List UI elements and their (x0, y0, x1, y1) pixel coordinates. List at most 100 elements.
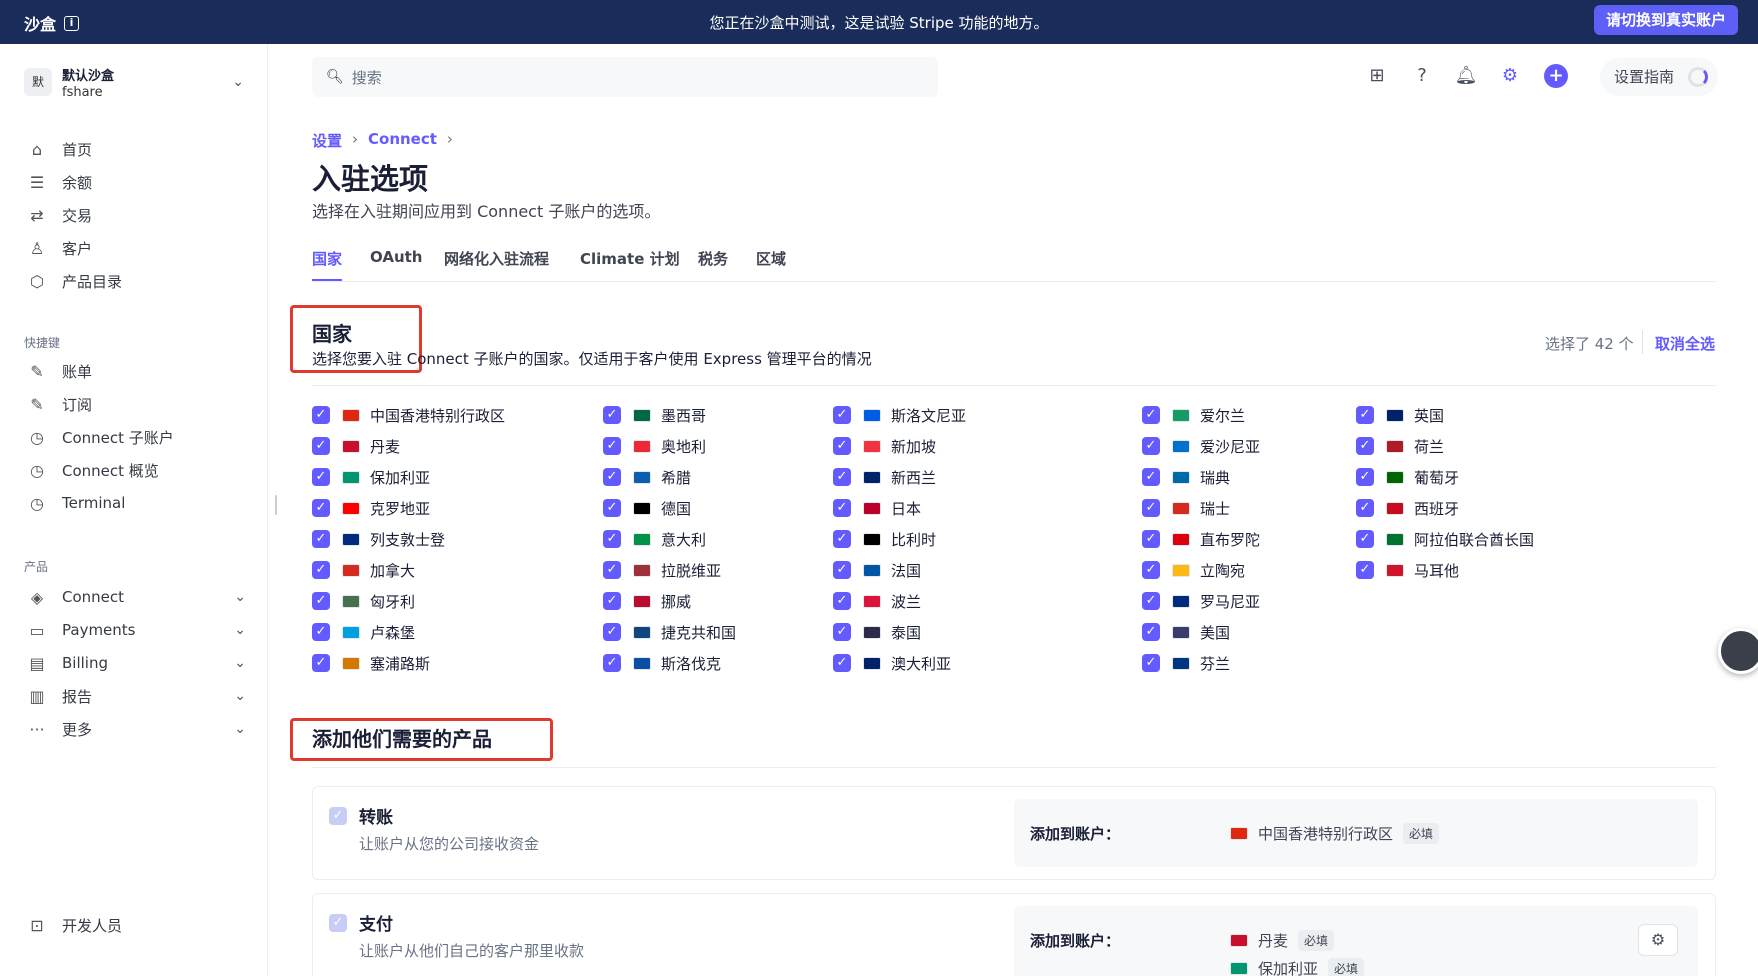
sidebar-item-invoices[interactable]: ✎ 账单 (26, 358, 246, 384)
country-option[interactable]: ✓ 加拿大 (312, 559, 415, 581)
country-checkbox[interactable]: ✓ (833, 592, 851, 610)
country-checkbox[interactable]: ✓ (833, 437, 851, 455)
search-input[interactable]: 🔍︎ 搜索 (312, 57, 938, 97)
country-checkbox[interactable]: ✓ (1142, 530, 1160, 548)
sidebar-item-payments[interactable]: ▭ Payments ⌄ (26, 617, 246, 643)
country-checkbox[interactable]: ✓ (833, 530, 851, 548)
country-option[interactable]: ✓ 罗马尼亚 (1142, 590, 1260, 612)
country-checkbox[interactable]: ✓ (1142, 592, 1160, 610)
country-option[interactable]: ✓ 阿拉伯联合酋长国 (1356, 528, 1534, 550)
country-checkbox[interactable]: ✓ (833, 654, 851, 672)
country-option[interactable]: ✓ 希腊 (603, 466, 691, 488)
country-option[interactable]: ✓ 新西兰 (833, 466, 936, 488)
country-checkbox[interactable]: ✓ (312, 592, 330, 610)
country-option[interactable]: ✓ 墨西哥 (603, 404, 706, 426)
country-option[interactable]: ✓ 丹麦 (312, 435, 400, 457)
country-checkbox[interactable]: ✓ (1356, 406, 1374, 424)
country-option[interactable]: ✓ 瑞典 (1142, 466, 1230, 488)
country-option[interactable]: ✓ 爱沙尼亚 (1142, 435, 1260, 457)
bell-icon[interactable]: 🔔︎ (1454, 64, 1478, 88)
country-checkbox[interactable]: ✓ (603, 530, 621, 548)
country-option[interactable]: ✓ 泰国 (833, 621, 921, 643)
country-option[interactable]: ✓ 西班牙 (1356, 497, 1459, 519)
country-option[interactable]: ✓ 瑞士 (1142, 497, 1230, 519)
country-option[interactable]: ✓ 澳大利亚 (833, 652, 951, 674)
country-option[interactable]: ✓ 葡萄牙 (1356, 466, 1459, 488)
country-checkbox[interactable]: ✓ (312, 654, 330, 672)
apps-icon[interactable]: ⊞ (1365, 64, 1389, 88)
country-checkbox[interactable]: ✓ (312, 561, 330, 579)
country-option[interactable]: ✓ 美国 (1142, 621, 1230, 643)
gear-icon[interactable]: ⚙ (1498, 64, 1522, 88)
country-option[interactable]: ✓ 新加坡 (833, 435, 936, 457)
sidebar-item-developers[interactable]: ⊡ 开发人员 (26, 912, 246, 938)
country-checkbox[interactable]: ✓ (1142, 561, 1160, 579)
country-option[interactable]: ✓ 斯洛伐克 (603, 652, 721, 674)
payments-checkbox[interactable]: ✓ (329, 914, 347, 932)
country-checkbox[interactable]: ✓ (1142, 437, 1160, 455)
country-option[interactable]: ✓ 直布罗陀 (1142, 528, 1260, 550)
sidebar-item-catalog[interactable]: ⬡ 产品目录 (26, 268, 246, 294)
tab-region[interactable]: 区域 (756, 248, 786, 281)
country-checkbox[interactable]: ✓ (1356, 499, 1374, 517)
tab-countries[interactable]: 国家 (312, 248, 343, 281)
tab-tax[interactable]: 税务 (698, 248, 728, 281)
breadcrumb-settings[interactable]: 设置 (312, 130, 342, 151)
account-switcher[interactable]: 默 默认沙盒 fshare ⌄ (24, 60, 244, 104)
create-plus-button[interactable]: + (1544, 64, 1568, 88)
sidebar-item-terminal[interactable]: ◷ Terminal (26, 490, 246, 516)
country-checkbox[interactable]: ✓ (1142, 499, 1160, 517)
sidebar-item-more[interactable]: ··· 更多 ⌄ (26, 716, 246, 742)
country-checkbox[interactable]: ✓ (1142, 406, 1160, 424)
country-checkbox[interactable]: ✓ (312, 530, 330, 548)
country-checkbox[interactable]: ✓ (312, 437, 330, 455)
country-checkbox[interactable]: ✓ (603, 468, 621, 486)
country-checkbox[interactable]: ✓ (1142, 623, 1160, 641)
setup-guide-button[interactable]: 设置指南 (1600, 58, 1718, 96)
country-option[interactable]: ✓ 日本 (833, 497, 921, 519)
country-checkbox[interactable]: ✓ (833, 468, 851, 486)
switch-live-button[interactable]: 请切换到真实账户 (1593, 5, 1738, 35)
country-option[interactable]: ✓ 波兰 (833, 590, 921, 612)
country-option[interactable]: ✓ 保加利亚 (312, 466, 430, 488)
country-option[interactable]: ✓ 英国 (1356, 404, 1444, 426)
sidebar-item-balance[interactable]: ☰ 余额 (26, 169, 246, 195)
country-option[interactable]: ✓ 奥地利 (603, 435, 706, 457)
sidebar-item-connect-accounts[interactable]: ◷ Connect 子账户 (26, 424, 246, 450)
support-avatar[interactable] (1718, 628, 1758, 674)
settings-gear-button[interactable]: ⚙ (1638, 924, 1678, 956)
breadcrumb-connect[interactable]: Connect (368, 130, 437, 151)
country-option[interactable]: ✓ 匈牙利 (312, 590, 415, 612)
sidebar-item-billing[interactable]: ▤ Billing ⌄ (26, 650, 246, 676)
country-checkbox[interactable]: ✓ (312, 623, 330, 641)
sidebar-resize-handle[interactable] (275, 495, 277, 515)
country-checkbox[interactable]: ✓ (312, 468, 330, 486)
country-option[interactable]: ✓ 立陶宛 (1142, 559, 1245, 581)
country-checkbox[interactable]: ✓ (312, 406, 330, 424)
country-option[interactable]: ✓ 挪威 (603, 590, 691, 612)
country-option[interactable]: ✓ 中国香港特别行政区 (312, 404, 505, 426)
deselect-all-link[interactable]: 取消全选 (1655, 333, 1715, 354)
country-option[interactable]: ✓ 德国 (603, 497, 691, 519)
sidebar-item-connect-overview[interactable]: ◷ Connect 概览 (26, 457, 246, 483)
sidebar-item-subscriptions[interactable]: ✎ 订阅 (26, 391, 246, 417)
tab-climate[interactable]: Climate 计划 (580, 248, 680, 281)
country-option[interactable]: ✓ 意大利 (603, 528, 706, 550)
country-checkbox[interactable]: ✓ (603, 592, 621, 610)
help-icon[interactable]: ? (1410, 64, 1434, 88)
country-checkbox[interactable]: ✓ (1142, 468, 1160, 486)
country-checkbox[interactable]: ✓ (603, 499, 621, 517)
sidebar-item-home[interactable]: ⌂ 首页 (26, 136, 246, 162)
country-checkbox[interactable]: ✓ (603, 561, 621, 579)
country-checkbox[interactable]: ✓ (312, 499, 330, 517)
country-option[interactable]: ✓ 塞浦路斯 (312, 652, 430, 674)
country-checkbox[interactable]: ✓ (833, 623, 851, 641)
country-option[interactable]: ✓ 爱尔兰 (1142, 404, 1245, 426)
country-option[interactable]: ✓ 列支敦士登 (312, 528, 445, 550)
country-option[interactable]: ✓ 荷兰 (1356, 435, 1444, 457)
country-checkbox[interactable]: ✓ (603, 623, 621, 641)
country-option[interactable]: ✓ 卢森堡 (312, 621, 415, 643)
sidebar-item-customers[interactable]: ♙ 客户 (26, 235, 246, 261)
country-option[interactable]: ✓ 马耳他 (1356, 559, 1459, 581)
country-checkbox[interactable]: ✓ (833, 499, 851, 517)
